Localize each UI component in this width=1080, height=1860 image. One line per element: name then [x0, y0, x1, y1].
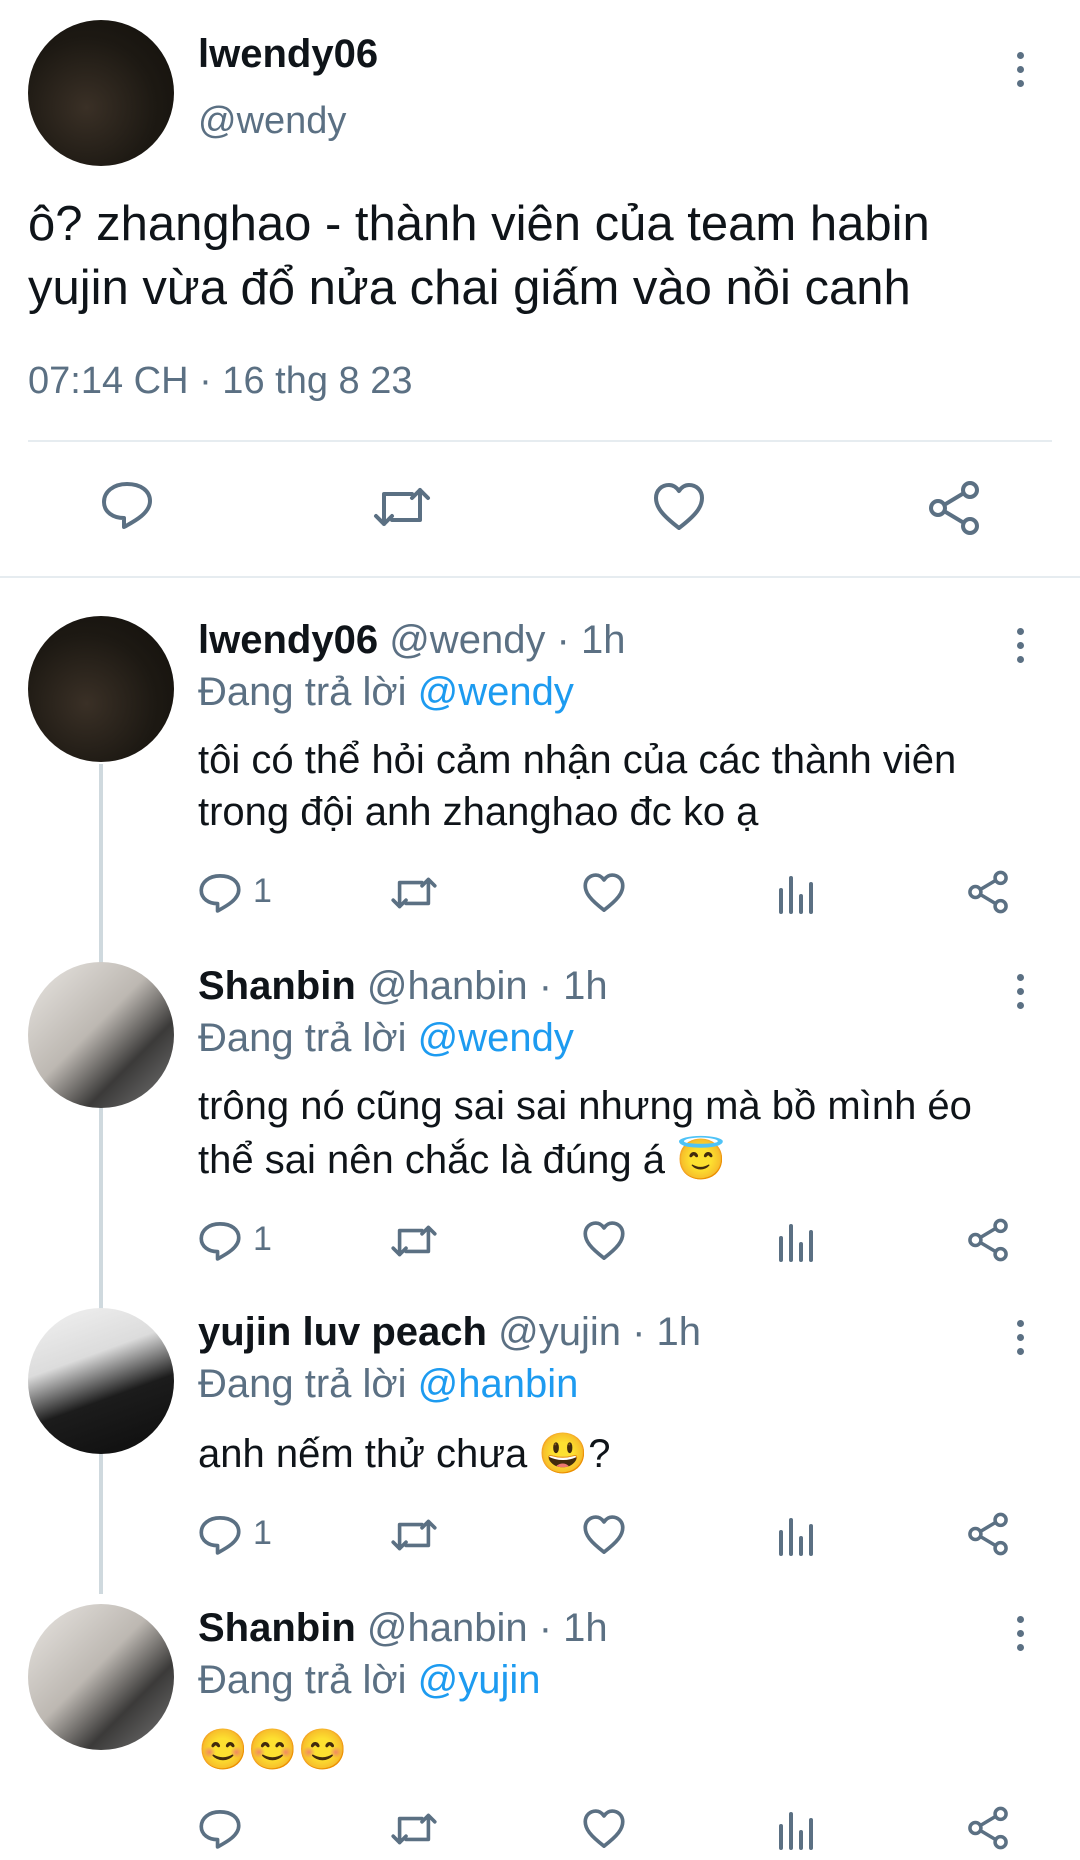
main-tweet-handle[interactable]: @wendy: [198, 100, 346, 143]
reply-avatar[interactable]: [28, 616, 174, 762]
reply-meta: @yujin · 1h: [498, 1310, 702, 1354]
reply-text-line1: trông nó cũng sai sai nhưng mà bồ mình é…: [198, 1084, 972, 1128]
main-tweet-text-line1: ô? zhanghao - thành viên của team habin: [28, 197, 930, 251]
reply-share-icon[interactable]: [966, 870, 1010, 914]
reply-analytics-icon[interactable]: [778, 1220, 814, 1262]
reply-text-line1: tôi có thể hỏi cảm nhận của các thành vi…: [198, 738, 957, 782]
reply-meta: @wendy · 1h: [389, 618, 626, 662]
reply-text-line2: trong đội anh zhanghao đc ko ạ: [198, 790, 759, 834]
reply-context-prefix: Đang trả lời: [198, 670, 407, 714]
reply-count: 1: [253, 1220, 272, 1258]
reply-reply-icon[interactable]: [198, 1808, 242, 1850]
reply-retweet-icon[interactable]: [390, 1222, 438, 1260]
reply-more-icon[interactable]: [1016, 1320, 1024, 1355]
reply-count: 1: [253, 872, 272, 910]
reply-to-link[interactable]: @wendy: [418, 670, 574, 714]
reply-to-link[interactable]: @yujin: [418, 1658, 541, 1702]
reply-avatar[interactable]: [28, 1604, 174, 1750]
reply-analytics-icon[interactable]: [778, 1514, 814, 1556]
reply-display-name[interactable]: Shanbin: [198, 1606, 356, 1650]
main-tweet-divider: [28, 440, 1052, 442]
reply-avatar[interactable]: [28, 962, 174, 1108]
reply-header: Shanbin @hanbin · 1h: [198, 1606, 608, 1651]
reply-share-icon[interactable]: [966, 1512, 1010, 1556]
reply-like-icon[interactable]: [582, 1220, 626, 1262]
reply-context-prefix: Đang trả lời: [198, 1658, 407, 1702]
reply-count: 1: [253, 1514, 272, 1552]
reply-context: Đang trả lời @wendy: [198, 1016, 574, 1061]
reply-reply-icon[interactable]: [198, 1514, 242, 1556]
main-tweet-text-line2: yujin vừa đổ nửa chai giấm vào nồi canh: [28, 261, 911, 315]
reply-retweet-icon[interactable]: [390, 1810, 438, 1848]
reply-retweet-icon[interactable]: [390, 1516, 438, 1554]
reply-header: Shanbin @hanbin · 1h: [198, 964, 608, 1009]
main-like-icon[interactable]: [652, 482, 706, 532]
reply-like-icon[interactable]: [582, 1514, 626, 1556]
reply-meta: @hanbin · 1h: [366, 964, 608, 1008]
reply-display-name[interactable]: Shanbin: [198, 964, 356, 1008]
reply-share-icon[interactable]: [966, 1218, 1010, 1262]
reply-avatar[interactable]: [28, 1308, 174, 1454]
reply-context-prefix: Đang trả lời: [198, 1016, 407, 1060]
reply-display-name[interactable]: lwendy06: [198, 618, 378, 662]
reply-header: lwendy06 @wendy · 1h: [198, 618, 625, 663]
reply-text-line2: thể sai nên chắc là đúng á 😇: [198, 1138, 726, 1182]
thread-line: [99, 764, 103, 1594]
reply-context-prefix: Đang trả lời: [198, 1362, 407, 1406]
reply-header: yujin luv peach @yujin · 1h: [198, 1310, 701, 1355]
reply-to-link[interactable]: @wendy: [418, 1016, 574, 1060]
reply-meta: @hanbin · 1h: [366, 1606, 608, 1650]
main-tweet-timestamp: 07:14 CH · 16 thg 8 23: [28, 360, 413, 402]
reply-context: Đang trả lời @yujin: [198, 1658, 541, 1703]
reply-share-icon[interactable]: [966, 1806, 1010, 1850]
reply-like-icon[interactable]: [582, 872, 626, 914]
reply-to-link[interactable]: @hanbin: [418, 1362, 579, 1406]
main-reply-icon[interactable]: [100, 480, 154, 530]
reply-retweet-icon[interactable]: [390, 874, 438, 912]
main-tweet-display-name[interactable]: lwendy06: [198, 32, 378, 77]
reply-context: Đang trả lời @wendy: [198, 670, 574, 715]
reply-like-icon[interactable]: [582, 1808, 626, 1850]
reply-reply-icon[interactable]: [198, 872, 242, 914]
main-tweet-more-icon[interactable]: [1016, 52, 1024, 87]
reply-more-icon[interactable]: [1016, 1616, 1024, 1651]
main-share-icon[interactable]: [926, 480, 982, 536]
reply-text-line1: 😊😊😊: [198, 1728, 348, 1772]
reply-analytics-icon[interactable]: [778, 872, 814, 914]
main-retweet-icon[interactable]: [372, 484, 432, 530]
reply-more-icon[interactable]: [1016, 628, 1024, 663]
reply-more-icon[interactable]: [1016, 974, 1024, 1009]
reply-text-line1: anh nếm thử chưa 😃?: [198, 1432, 611, 1476]
reply-display-name[interactable]: yujin luv peach: [198, 1310, 487, 1354]
reply-context: Đang trả lời @hanbin: [198, 1362, 578, 1407]
reply-reply-icon[interactable]: [198, 1220, 242, 1262]
main-tweet-avatar[interactable]: [28, 20, 174, 166]
reply-analytics-icon[interactable]: [778, 1808, 814, 1850]
section-divider: [0, 576, 1080, 578]
